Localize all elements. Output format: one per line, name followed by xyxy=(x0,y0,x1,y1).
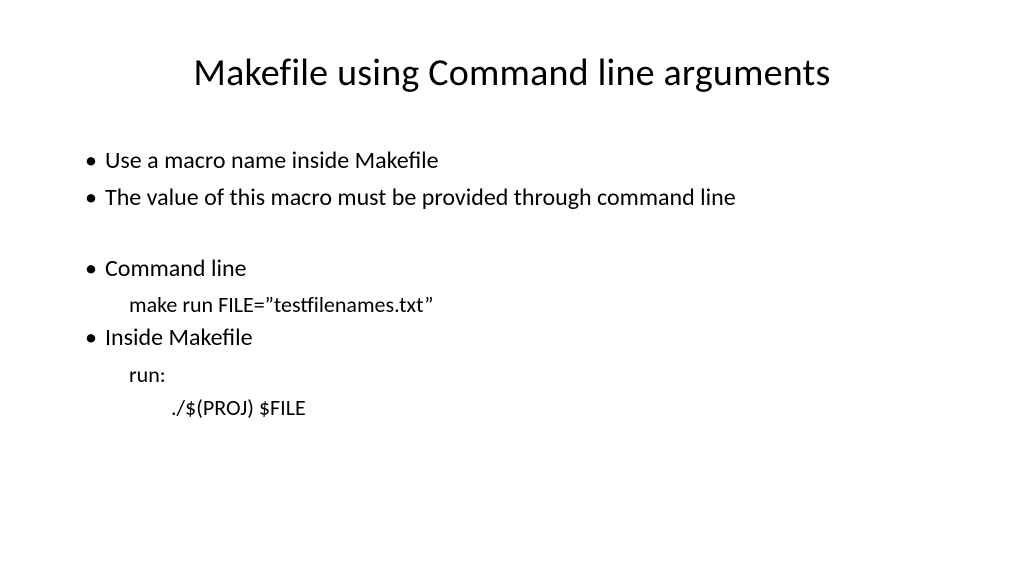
content-list: Inside Makefile xyxy=(85,321,939,356)
sub-line-indented: ./$(PROJ) $FILE xyxy=(85,391,939,424)
slide-title: Makefile using Command line arguments xyxy=(85,50,939,96)
content-list: Command line xyxy=(85,252,939,287)
sub-line: make run FILE=”testfilenames.txt” xyxy=(85,288,939,321)
bullet-item: Inside Makefile xyxy=(85,321,939,356)
content-list: Use a macro name inside Makefile The val… xyxy=(85,144,939,216)
bullet-item: Command line xyxy=(85,252,939,287)
sub-line: run: xyxy=(85,358,939,391)
bullet-item: The value of this macro must be provided… xyxy=(85,181,939,216)
bullet-item: Use a macro name inside Makefile xyxy=(85,144,939,179)
spacer xyxy=(85,218,939,252)
